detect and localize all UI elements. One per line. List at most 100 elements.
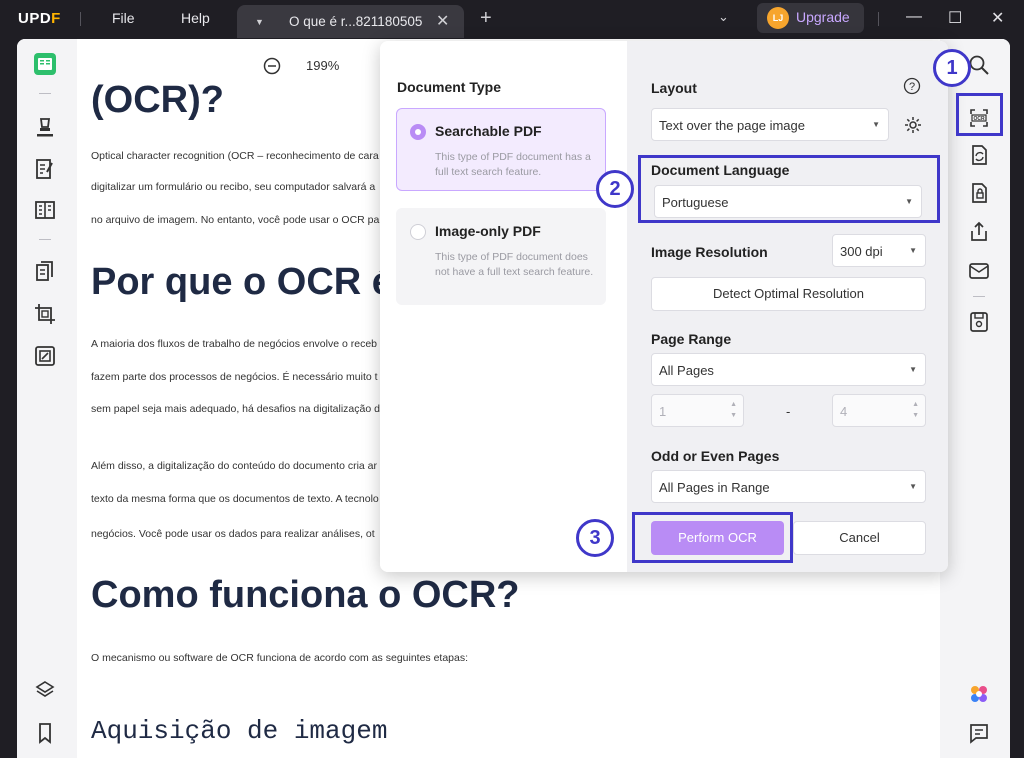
resolution-select[interactable]: 300 dpi ▼ xyxy=(832,234,926,267)
detect-resolution-button[interactable]: Detect Optimal Resolution xyxy=(651,277,926,311)
doc-paragraph-line: no arquivo de imagem. No entanto, você p… xyxy=(91,214,380,226)
doc-paragraph-line: digitalizar um formulário ou recibo, seu… xyxy=(91,181,376,193)
page-range-select[interactable]: All Pages ▼ xyxy=(651,353,926,386)
doc-paragraph-line: fazem parte dos processos de negócios. É… xyxy=(91,371,378,383)
option-title: Image-only PDF xyxy=(435,223,541,239)
divider xyxy=(973,296,985,297)
option-title: Searchable PDF xyxy=(435,123,542,139)
range-from-value: 1 xyxy=(659,404,667,419)
document-tab[interactable]: ▼ O que é r...821180505 ✕ xyxy=(237,5,464,38)
email-icon[interactable] xyxy=(967,259,991,283)
odd-even-value: All Pages in Range xyxy=(659,480,770,495)
doc-heading: Aquisição de imagem xyxy=(91,716,388,746)
upgrade-label: Upgrade xyxy=(796,9,850,25)
doc-paragraph-line: texto da mesma forma que os documentos d… xyxy=(91,493,379,505)
bookmark-icon[interactable] xyxy=(33,721,57,745)
maximize-icon[interactable]: ☐ xyxy=(948,8,962,28)
right-toolbar: OCR xyxy=(955,39,1010,758)
option-image-only-pdf[interactable]: Image-only PDF This type of PDF document… xyxy=(396,208,606,305)
new-tab-icon[interactable]: + xyxy=(480,7,492,30)
dropdown-arrow-icon: ▼ xyxy=(872,120,880,129)
ocr-settings-panel: Layout ? Text over the page image ▼ Docu… xyxy=(627,41,948,572)
menu-help[interactable]: Help xyxy=(181,10,210,26)
range-to-value: 4 xyxy=(840,404,848,419)
option-description: This type of PDF document does not have … xyxy=(435,251,594,278)
dropdown-arrow-icon: ▼ xyxy=(909,482,917,491)
zoom-out-icon[interactable] xyxy=(262,56,282,76)
tab-dropdown-icon[interactable]: ▼ xyxy=(255,17,264,27)
range-from-input[interactable]: 1 ▲ ▼ xyxy=(651,394,744,427)
layers-icon[interactable] xyxy=(33,678,57,702)
document-type-panel: Document Type Searchable PDF This type o… xyxy=(380,41,627,572)
option-searchable-pdf[interactable]: Searchable PDF This type of PDF document… xyxy=(396,108,606,191)
odd-even-label: Odd or Even Pages xyxy=(651,448,780,464)
stepper-arrows-icon[interactable]: ▲ ▼ xyxy=(912,399,919,421)
reader-icon[interactable] xyxy=(33,52,57,76)
settings-gear-icon[interactable] xyxy=(903,115,923,135)
doc-paragraph-line: O mecanismo ou software de OCR funciona … xyxy=(91,652,469,664)
chevron-down-icon[interactable]: ⌄ xyxy=(718,9,729,25)
page-range-label: Page Range xyxy=(651,331,732,347)
layout-select[interactable]: Text over the page image ▼ xyxy=(651,108,889,141)
title-bar: UPDF File Help ▼ O que é r...821180505 ✕… xyxy=(0,0,1024,38)
organize-pages-icon[interactable] xyxy=(33,260,57,284)
doc-paragraph-line: sem papel seja mais adequado, há desafio… xyxy=(91,403,380,415)
doc-heading: Por que o OCR é xyxy=(91,261,393,303)
comment-icon[interactable] xyxy=(967,721,991,745)
help-icon[interactable]: ? xyxy=(903,77,921,95)
layout-label: Layout xyxy=(651,80,697,96)
page-range-value: All Pages xyxy=(659,363,714,378)
convert-icon[interactable] xyxy=(967,143,991,167)
share-icon[interactable] xyxy=(967,220,991,244)
close-tab-icon[interactable]: ✕ xyxy=(436,11,449,31)
layout-value: Text over the page image xyxy=(659,118,805,133)
cancel-button[interactable]: Cancel xyxy=(793,521,926,555)
dropdown-arrow-icon: ▼ xyxy=(909,365,917,374)
resolution-value: 300 dpi xyxy=(840,244,883,259)
form-icon[interactable] xyxy=(33,198,57,222)
save-icon[interactable] xyxy=(967,310,991,334)
doc-paragraph-line: negócios. Você pode usar os dados para r… xyxy=(91,528,375,540)
upgrade-button[interactable]: LJ Upgrade xyxy=(757,3,864,33)
avatar[interactable]: LJ xyxy=(767,7,789,29)
edit-pdf-icon[interactable] xyxy=(33,157,57,181)
range-to-input[interactable]: 4 ▲ ▼ xyxy=(832,394,926,427)
odd-even-select[interactable]: All Pages in Range ▼ xyxy=(651,470,926,503)
doc-heading: Como funciona o OCR? xyxy=(91,574,520,616)
divider xyxy=(80,12,81,26)
range-separator: - xyxy=(786,404,791,419)
highlighter-icon[interactable] xyxy=(33,115,57,139)
doc-heading: (OCR)? xyxy=(91,79,224,121)
annotation-box-language xyxy=(638,155,940,223)
ai-assistant-icon[interactable] xyxy=(967,682,991,706)
image-resolution-label: Image Resolution xyxy=(651,244,768,260)
annotation-step-2: 2 xyxy=(596,170,634,208)
annotation-box-perform xyxy=(632,512,793,563)
ocr-dialog: Document Type Searchable PDF This type o… xyxy=(380,41,948,572)
doc-paragraph-line: Optical character recognition (OCR – rec… xyxy=(91,150,379,162)
minimize-icon[interactable]: — xyxy=(906,8,922,26)
stepper-arrows-icon[interactable]: ▲ ▼ xyxy=(730,399,737,421)
radio-unselected[interactable] xyxy=(410,224,426,240)
annotation-step-3: 3 xyxy=(576,519,614,557)
left-toolbar xyxy=(17,39,75,758)
protect-icon[interactable] xyxy=(967,181,991,205)
compress-icon[interactable] xyxy=(33,344,57,368)
divider xyxy=(39,93,51,94)
radio-selected[interactable] xyxy=(410,124,426,140)
menu-file[interactable]: File xyxy=(112,10,135,26)
doc-paragraph-line: Além disso, a digitalização do conteúdo … xyxy=(91,460,378,472)
zoom-value[interactable]: 199% xyxy=(306,58,339,73)
divider xyxy=(878,12,879,26)
app-window: UPDF File Help ▼ O que é r...821180505 ✕… xyxy=(0,0,1024,758)
crop-icon[interactable] xyxy=(33,302,57,326)
app-logo: UPDF xyxy=(18,10,61,27)
doc-paragraph-line: A maioria dos fluxos de trabalho de negó… xyxy=(91,338,378,350)
document-type-label: Document Type xyxy=(397,79,501,95)
divider xyxy=(39,239,51,240)
annotation-step-1: 1 xyxy=(933,49,971,87)
dropdown-arrow-icon: ▼ xyxy=(909,246,917,255)
annotation-box-ocr-tool xyxy=(956,93,1003,136)
close-window-icon[interactable]: ✕ xyxy=(991,8,1004,28)
svg-text:?: ? xyxy=(909,81,915,93)
